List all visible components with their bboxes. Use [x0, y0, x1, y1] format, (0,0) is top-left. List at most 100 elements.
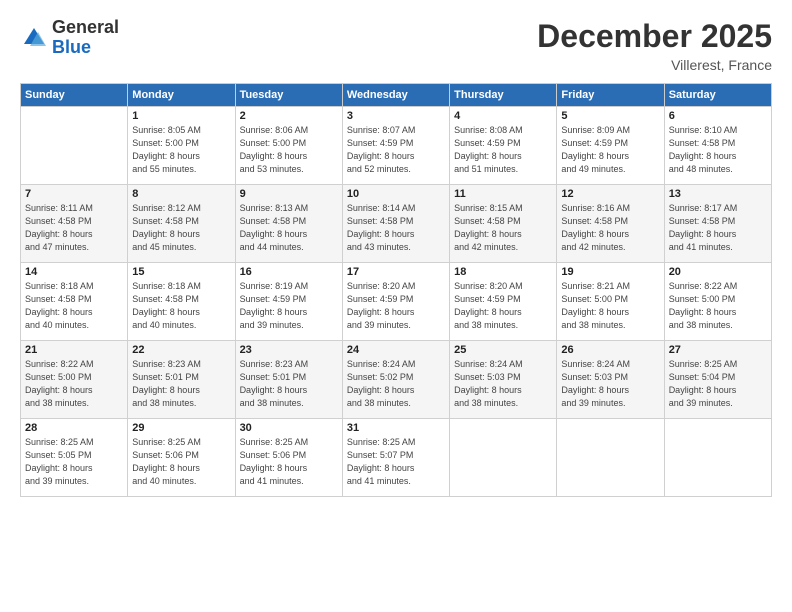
- day-header: Wednesday: [342, 84, 449, 107]
- day-cell: 5 Sunrise: 8:09 AMSunset: 4:59 PMDaylight…: [557, 107, 664, 185]
- header-row: SundayMondayTuesdayWednesdayThursdayFrid…: [21, 84, 772, 107]
- logo-general: General: [52, 17, 119, 37]
- day-cell: 1 Sunrise: 8:05 AMSunset: 5:00 PMDaylight…: [128, 107, 235, 185]
- week-row: 14 Sunrise: 8:18 AMSunset: 4:58 PMDayligh…: [21, 263, 772, 341]
- logo-text: General Blue: [52, 18, 119, 58]
- day-number: 9: [240, 188, 338, 200]
- day-number: 2: [240, 110, 338, 122]
- day-info: Sunrise: 8:18 AMSunset: 4:58 PMDaylight:…: [132, 280, 230, 332]
- day-cell: 2 Sunrise: 8:06 AMSunset: 5:00 PMDaylight…: [235, 107, 342, 185]
- day-number: 3: [347, 110, 445, 122]
- day-number: 26: [561, 344, 659, 356]
- day-header: Saturday: [664, 84, 771, 107]
- day-cell: 31Sunrise: 8:25 AMSunset: 5:07 PMDayligh…: [342, 419, 449, 497]
- day-cell: [664, 419, 771, 497]
- day-header: Monday: [128, 84, 235, 107]
- day-cell: 30Sunrise: 8:25 AMSunset: 5:06 PMDayligh…: [235, 419, 342, 497]
- day-info: Sunrise: 8:24 AMSunset: 5:02 PMDaylight:…: [347, 358, 445, 410]
- day-number: 29: [132, 422, 230, 434]
- day-number: 23: [240, 344, 338, 356]
- week-row: 21Sunrise: 8:22 AMSunset: 5:00 PMDayligh…: [21, 341, 772, 419]
- day-number: 8: [132, 188, 230, 200]
- day-cell: 17 Sunrise: 8:20 AMSunset: 4:59 PMDayligh…: [342, 263, 449, 341]
- day-number: 28: [25, 422, 123, 434]
- day-cell: [557, 419, 664, 497]
- day-number: 27: [669, 344, 767, 356]
- day-info: Sunrise: 8:10 AMSunset: 4:58 PMDaylight:…: [669, 124, 767, 176]
- day-info: Sunrise: 8:11 AMSunset: 4:58 PMDaylight:…: [25, 202, 123, 254]
- day-number: 11: [454, 188, 552, 200]
- day-number: 31: [347, 422, 445, 434]
- day-cell: [450, 419, 557, 497]
- day-number: 4: [454, 110, 552, 122]
- day-info: Sunrise: 8:24 AMSunset: 5:03 PMDaylight:…: [561, 358, 659, 410]
- day-number: 5: [561, 110, 659, 122]
- week-row: 28Sunrise: 8:25 AMSunset: 5:05 PMDayligh…: [21, 419, 772, 497]
- day-cell: 15 Sunrise: 8:18 AMSunset: 4:58 PMDayligh…: [128, 263, 235, 341]
- day-number: 12: [561, 188, 659, 200]
- page: General Blue December 2025 Villerest, Fr…: [0, 0, 792, 612]
- day-info: Sunrise: 8:17 AMSunset: 4:58 PMDaylight:…: [669, 202, 767, 254]
- day-number: 19: [561, 266, 659, 278]
- day-cell: 27 Sunrise: 8:25 AMSunset: 5:04 PMDayligh…: [664, 341, 771, 419]
- day-number: 21: [25, 344, 123, 356]
- day-info: Sunrise: 8:09 AMSunset: 4:59 PMDaylight:…: [561, 124, 659, 176]
- day-cell: 28Sunrise: 8:25 AMSunset: 5:05 PMDayligh…: [21, 419, 128, 497]
- day-info: Sunrise: 8:21 AMSunset: 5:00 PMDaylight:…: [561, 280, 659, 332]
- logo-icon: [20, 24, 48, 52]
- day-number: 22: [132, 344, 230, 356]
- day-header: Friday: [557, 84, 664, 107]
- day-cell: 16 Sunrise: 8:19 AMSunset: 4:59 PMDayligh…: [235, 263, 342, 341]
- week-row: 7 Sunrise: 8:11 AMSunset: 4:58 PMDaylight…: [21, 185, 772, 263]
- day-info: Sunrise: 8:24 AMSunset: 5:03 PMDaylight:…: [454, 358, 552, 410]
- day-cell: 9 Sunrise: 8:13 AMSunset: 4:58 PMDaylight…: [235, 185, 342, 263]
- day-info: Sunrise: 8:20 AMSunset: 4:59 PMDaylight:…: [347, 280, 445, 332]
- day-number: 7: [25, 188, 123, 200]
- day-info: Sunrise: 8:19 AMSunset: 4:59 PMDaylight:…: [240, 280, 338, 332]
- day-number: 15: [132, 266, 230, 278]
- day-info: Sunrise: 8:05 AMSunset: 5:00 PMDaylight:…: [132, 124, 230, 176]
- day-info: Sunrise: 8:15 AMSunset: 4:58 PMDaylight:…: [454, 202, 552, 254]
- day-number: 1: [132, 110, 230, 122]
- day-cell: 23Sunrise: 8:23 AMSunset: 5:01 PMDayligh…: [235, 341, 342, 419]
- day-number: 14: [25, 266, 123, 278]
- day-cell: 7 Sunrise: 8:11 AMSunset: 4:58 PMDaylight…: [21, 185, 128, 263]
- day-cell: 6 Sunrise: 8:10 AMSunset: 4:58 PMDaylight…: [664, 107, 771, 185]
- day-header: Sunday: [21, 84, 128, 107]
- day-cell: 26 Sunrise: 8:24 AMSunset: 5:03 PMDayligh…: [557, 341, 664, 419]
- day-cell: 20 Sunrise: 8:22 AMSunset: 5:00 PMDayligh…: [664, 263, 771, 341]
- day-number: 16: [240, 266, 338, 278]
- day-info: Sunrise: 8:14 AMSunset: 4:58 PMDaylight:…: [347, 202, 445, 254]
- day-info: Sunrise: 8:16 AMSunset: 4:58 PMDaylight:…: [561, 202, 659, 254]
- day-number: 24: [347, 344, 445, 356]
- week-row: 1 Sunrise: 8:05 AMSunset: 5:00 PMDaylight…: [21, 107, 772, 185]
- month-title: December 2025: [537, 18, 772, 55]
- day-cell: 3 Sunrise: 8:07 AMSunset: 4:59 PMDaylight…: [342, 107, 449, 185]
- day-cell: 21Sunrise: 8:22 AMSunset: 5:00 PMDayligh…: [21, 341, 128, 419]
- day-info: Sunrise: 8:13 AMSunset: 4:58 PMDaylight:…: [240, 202, 338, 254]
- day-info: Sunrise: 8:20 AMSunset: 4:59 PMDaylight:…: [454, 280, 552, 332]
- day-number: 6: [669, 110, 767, 122]
- day-info: Sunrise: 8:12 AMSunset: 4:58 PMDaylight:…: [132, 202, 230, 254]
- day-header: Tuesday: [235, 84, 342, 107]
- title-block: December 2025 Villerest, France: [537, 18, 772, 73]
- day-cell: 14 Sunrise: 8:18 AMSunset: 4:58 PMDayligh…: [21, 263, 128, 341]
- day-info: Sunrise: 8:18 AMSunset: 4:58 PMDaylight:…: [25, 280, 123, 332]
- day-number: 20: [669, 266, 767, 278]
- day-cell: 12 Sunrise: 8:16 AMSunset: 4:58 PMDayligh…: [557, 185, 664, 263]
- day-cell: 13Sunrise: 8:17 AMSunset: 4:58 PMDayligh…: [664, 185, 771, 263]
- day-cell: 4Sunrise: 8:08 AMSunset: 4:59 PMDaylight…: [450, 107, 557, 185]
- logo: General Blue: [20, 18, 119, 58]
- day-info: Sunrise: 8:25 AMSunset: 5:06 PMDaylight:…: [240, 436, 338, 488]
- day-info: Sunrise: 8:25 AMSunset: 5:04 PMDaylight:…: [669, 358, 767, 410]
- day-info: Sunrise: 8:07 AMSunset: 4:59 PMDaylight:…: [347, 124, 445, 176]
- day-number: 17: [347, 266, 445, 278]
- logo-blue: Blue: [52, 37, 91, 57]
- calendar: SundayMondayTuesdayWednesdayThursdayFrid…: [20, 83, 772, 497]
- day-info: Sunrise: 8:23 AMSunset: 5:01 PMDaylight:…: [132, 358, 230, 410]
- day-info: Sunrise: 8:06 AMSunset: 5:00 PMDaylight:…: [240, 124, 338, 176]
- day-cell: 25Sunrise: 8:24 AMSunset: 5:03 PMDayligh…: [450, 341, 557, 419]
- day-info: Sunrise: 8:22 AMSunset: 5:00 PMDaylight:…: [669, 280, 767, 332]
- day-cell: 11 Sunrise: 8:15 AMSunset: 4:58 PMDayligh…: [450, 185, 557, 263]
- location: Villerest, France: [537, 57, 772, 73]
